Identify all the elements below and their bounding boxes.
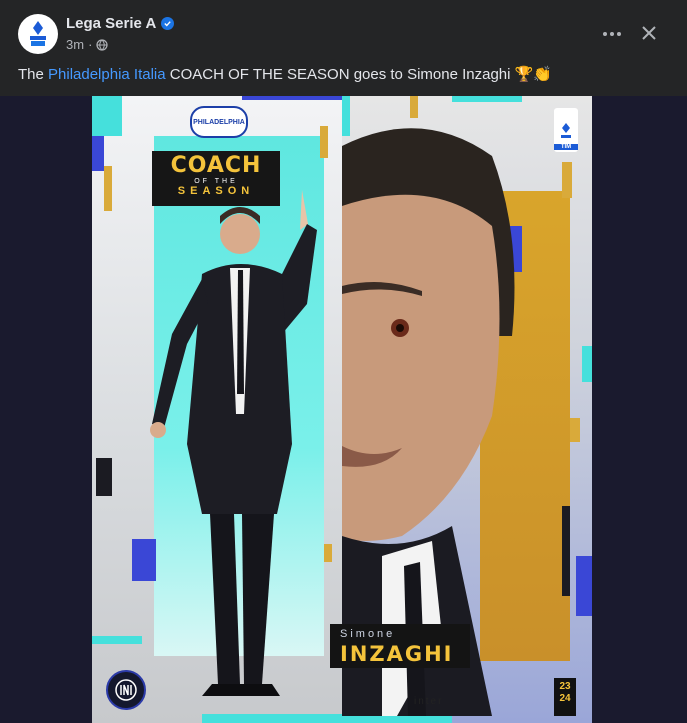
post-media[interactable]: PHILADELPHIA COACH OF THE SEASON TIM Sim… bbox=[0, 96, 687, 723]
coach-name-plate: Simone INZAGHI bbox=[330, 624, 470, 668]
coach-last-name: INZAGHI bbox=[340, 642, 454, 666]
decor-block bbox=[410, 96, 418, 118]
decor-block bbox=[582, 346, 592, 382]
decor-block bbox=[562, 162, 572, 198]
decor-block bbox=[562, 506, 570, 596]
serie-a-logo-icon bbox=[561, 123, 571, 138]
caption-prefix: The bbox=[18, 66, 49, 83]
post-header: Lega Serie A 3m · The Philadelphia Itali… bbox=[0, 0, 687, 96]
decor-block bbox=[452, 96, 522, 102]
decor-block bbox=[320, 126, 328, 158]
more-options-icon bbox=[603, 32, 621, 36]
page-name-link[interactable]: Lega Serie A bbox=[66, 15, 175, 32]
post-timestamp[interactable]: 3m bbox=[66, 37, 84, 52]
coach-of-the-season-poster[interactable]: PHILADELPHIA COACH OF THE SEASON TIM Sim… bbox=[92, 96, 592, 723]
page-name[interactable]: Lega Serie A bbox=[66, 15, 156, 32]
title-small: OF THE bbox=[194, 178, 238, 185]
inter-crest-icon bbox=[106, 670, 146, 710]
season-top: 23 bbox=[559, 681, 571, 692]
decor-block bbox=[576, 556, 592, 616]
decor-block bbox=[242, 96, 342, 100]
close-icon bbox=[642, 26, 656, 40]
serie-a-logo-icon bbox=[30, 21, 46, 46]
verified-badge-icon bbox=[161, 17, 175, 30]
decor-block bbox=[92, 96, 122, 136]
caption-link[interactable]: Philadelphia Italia bbox=[48, 66, 166, 83]
close-button[interactable] bbox=[634, 18, 664, 48]
coach-of-the-season-title: COACH OF THE SEASON bbox=[152, 151, 280, 206]
meta-separator: · bbox=[88, 37, 93, 52]
decor-block bbox=[96, 458, 112, 496]
club-name: inter bbox=[414, 696, 444, 707]
decor-block bbox=[92, 131, 104, 171]
brand-name: PHILADELPHIA bbox=[193, 118, 245, 126]
decor-block bbox=[570, 418, 580, 442]
title-main: COACH bbox=[170, 153, 262, 178]
post-meta: 3m · bbox=[66, 37, 109, 52]
title-season: SEASON bbox=[177, 185, 255, 197]
season-tag: 23 24 bbox=[554, 678, 576, 716]
decor-block bbox=[104, 166, 112, 211]
philadelphia-brand-badge: PHILADELPHIA bbox=[190, 106, 248, 138]
post-caption: The Philadelphia Italia COACH OF THE SEA… bbox=[18, 65, 552, 83]
page-avatar[interactable] bbox=[18, 14, 58, 54]
coach-first-name: Simone bbox=[340, 628, 396, 640]
season-bottom: 24 bbox=[559, 693, 571, 704]
coach-full-body-figure bbox=[150, 190, 317, 696]
globe-icon bbox=[96, 38, 109, 51]
caption-suffix: COACH OF THE SEASON goes to Simone Inzag… bbox=[165, 66, 552, 83]
serie-a-tim-tag: TIM bbox=[554, 108, 578, 152]
more-options-button[interactable] bbox=[598, 20, 626, 48]
tim-label: TIM bbox=[554, 144, 578, 150]
